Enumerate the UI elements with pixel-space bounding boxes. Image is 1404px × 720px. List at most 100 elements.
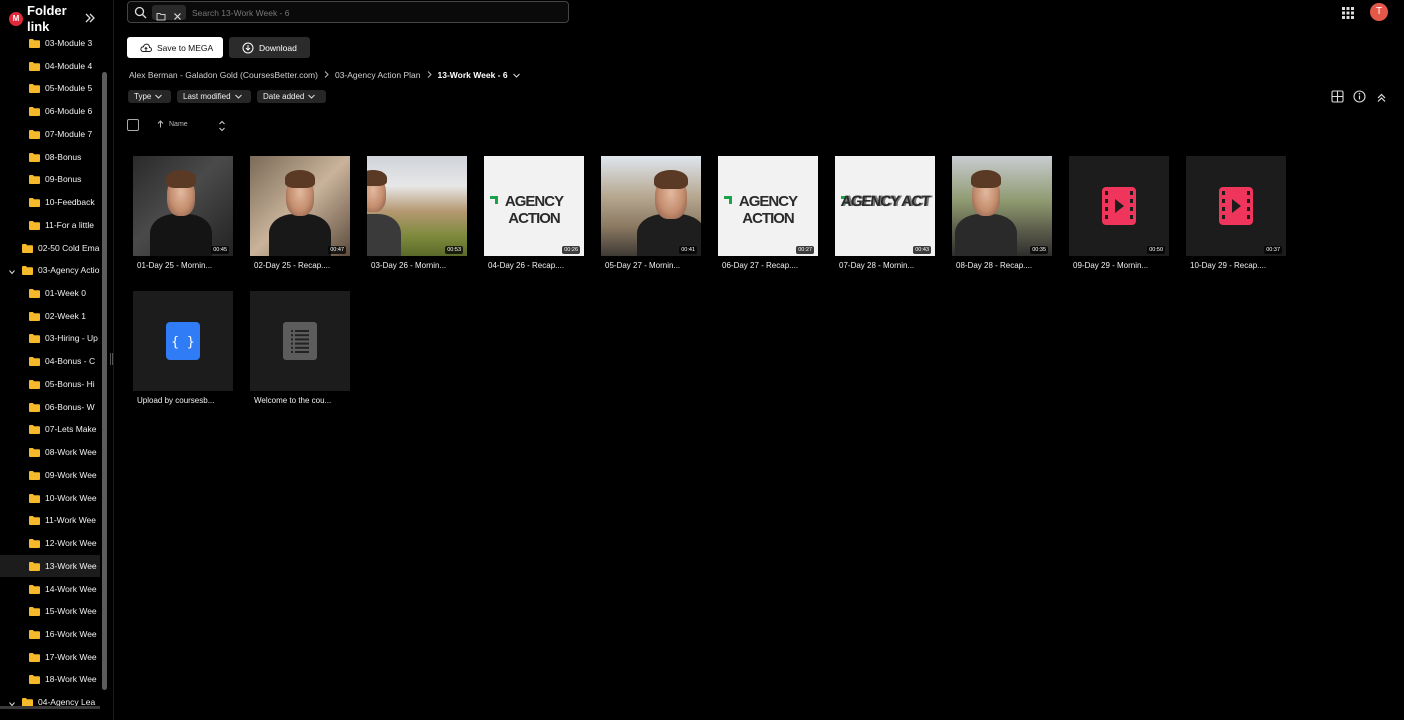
chevron-down-icon[interactable] (9, 699, 15, 707)
file-name: 07-Day 28 - Mornin... (839, 261, 915, 270)
search-input[interactable] (192, 5, 562, 20)
folder-icon (29, 539, 40, 549)
folder-icon (29, 357, 40, 367)
folder-icon (29, 675, 40, 685)
breadcrumb-item[interactable]: Alex Berman - Galadon Gold (CoursesBette… (129, 70, 318, 80)
folder-icon (29, 175, 40, 185)
mega-logo[interactable]: M (9, 12, 23, 26)
save-to-mega-button[interactable]: Save to MEGA (127, 37, 223, 58)
sidebar-folder-item[interactable]: 06-Module 6 (0, 100, 100, 122)
sidebar-folder-item[interactable]: 08-Bonus (0, 146, 100, 168)
sidebar-folder-item[interactable]: 09-Work Wee (0, 464, 100, 486)
filter-last-modified[interactable]: Last modified (177, 90, 251, 103)
folder-scope-chip[interactable] (152, 5, 186, 21)
arrow-up-icon (157, 120, 164, 128)
sidebar-folder-item[interactable]: 06-Bonus- W (0, 396, 100, 418)
file-thumbnail[interactable]: 00:41 (601, 156, 701, 256)
sidebar-folder-item[interactable]: 10-Feedback (0, 191, 100, 213)
collapse-up-icon[interactable] (1376, 90, 1387, 108)
sidebar-folder-item[interactable]: 03-Hiring - Up (0, 327, 100, 349)
file-thumbnail[interactable]: { } (133, 291, 233, 391)
folder-icon (29, 561, 40, 571)
info-icon[interactable] (1353, 90, 1366, 108)
filter-type[interactable]: Type (128, 90, 171, 103)
chevron-down-icon[interactable] (512, 70, 520, 80)
sidebar-folder-label: 08-Work Wee (45, 447, 97, 458)
sidebar-folder-item[interactable]: 02-50 Cold Ema (0, 237, 100, 259)
sidebar-folder-item[interactable]: 04-Bonus - C (0, 350, 100, 372)
select-all-checkbox[interactable] (127, 119, 139, 131)
sidebar-folder-item[interactable]: 14-Work Wee (0, 578, 100, 600)
sidebar-folder-item[interactable]: 16-Work Wee (0, 623, 100, 645)
breadcrumb-current[interactable]: 13-Work Week - 6 (438, 70, 508, 80)
download-button[interactable]: Download (229, 37, 310, 58)
video-duration: 00:35 (1030, 246, 1048, 254)
close-icon[interactable] (173, 8, 182, 26)
thumbnail-person-hair (165, 170, 197, 188)
file-thumbnail[interactable]: AGENCY ACTION 00:27 (718, 156, 818, 256)
folder-icon (29, 607, 40, 617)
sidebar-folder-item[interactable]: 11-For a little (0, 214, 100, 236)
sidebar-folder-item[interactable]: 09-Bonus (0, 168, 100, 190)
sidebar-folder-label: 04-Module 4 (45, 60, 93, 71)
avatar[interactable]: T (1370, 3, 1388, 21)
sidebar-folder-item[interactable]: 01-Week 0 (0, 282, 100, 304)
sidebar-folder-item[interactable]: 08-Work Wee (0, 441, 100, 463)
sidebar-folder-item[interactable]: 02-Week 1 (0, 305, 100, 327)
sidebar-folder-item[interactable]: 05-Bonus- Hi (0, 373, 100, 395)
grid-view-icon[interactable] (1331, 90, 1344, 108)
sidebar-folder-label: 16-Work Wee (45, 628, 97, 639)
thumbnail-person-hair (367, 170, 387, 186)
filter-date-added[interactable]: Date added (257, 90, 326, 103)
folder-icon (29, 629, 40, 639)
sidebar-horizontal-scrollbar[interactable] (0, 706, 100, 709)
file-thumbnail[interactable]: 00:37 (1186, 156, 1286, 256)
sidebar-folder-item[interactable]: 12-Work Wee (0, 532, 100, 554)
sidebar-folder-label: 08-Bonus (45, 151, 82, 162)
sidebar-folder-item[interactable]: 03-Agency Actio (0, 259, 100, 281)
sidebar-folder-item[interactable]: 07-Module 7 (0, 123, 100, 145)
folder-icon (29, 470, 40, 480)
file-thumbnail[interactable]: 00:35 (952, 156, 1052, 256)
sidebar-scrollbar[interactable] (102, 72, 107, 690)
brand-header: M Folder link (0, 0, 113, 36)
name-column-header[interactable]: Name (157, 120, 188, 128)
file-name: 03-Day 26 - Mornin... (371, 261, 447, 270)
collapse-sidebar-icon[interactable] (84, 11, 98, 25)
sort-icon[interactable] (218, 119, 226, 137)
file-thumbnail[interactable]: 00:47 (250, 156, 350, 256)
sidebar-folder-label: 07-Module 7 (45, 128, 93, 139)
sidebar-folder-item[interactable]: 13-Work Wee (0, 554, 100, 577)
video-file-icon (1219, 187, 1253, 225)
svg-text:{ }: { } (171, 335, 194, 350)
sidebar-folder-item[interactable]: 04-Agency Lea (0, 691, 100, 713)
sidebar-folder-item[interactable]: 07-Lets Make (0, 418, 100, 440)
download-label: Download (259, 42, 297, 53)
file-thumbnail[interactable]: 00:53 (367, 156, 467, 256)
download-icon (242, 42, 254, 53)
sidebar-folder-item[interactable]: 17-Work Wee (0, 646, 100, 668)
breadcrumb: Alex Berman - Galadon Gold (CoursesBette… (129, 69, 520, 81)
file-thumbnail[interactable]: AGENCY ACT 00:43 (835, 156, 935, 256)
breadcrumb-item[interactable]: 03-Agency Action Plan (335, 70, 421, 80)
sidebar-folder-item[interactable]: 18-Work Wee (0, 668, 100, 690)
file-thumbnail[interactable]: AGENCY ACTION 00:26 (484, 156, 584, 256)
chevron-down-icon[interactable] (9, 267, 15, 275)
agency-logo-text: AGENCY ACT (839, 193, 931, 210)
file-thumbnail[interactable] (250, 291, 350, 391)
sidebar-folder-label: 03-Hiring - Up (45, 333, 98, 344)
search-icon[interactable] (134, 6, 147, 24)
file-thumbnail[interactable]: 00:50 (1069, 156, 1169, 256)
sidebar-folder-item[interactable]: 05-Module 5 (0, 77, 100, 99)
sidebar-folder-item[interactable]: 10-Work Wee (0, 487, 100, 509)
sidebar-resize-handle[interactable] (110, 353, 113, 365)
chevron-down-icon (234, 94, 242, 99)
sidebar-folder-label: 01-Week 0 (45, 288, 86, 299)
sidebar-folder-label: 06-Module 6 (45, 106, 93, 117)
sidebar-folder-item[interactable]: 15-Work Wee (0, 600, 100, 622)
apps-grid-icon[interactable] (1342, 6, 1354, 24)
file-thumbnail[interactable]: 00:45 (133, 156, 233, 256)
sidebar-folder-item[interactable]: 04-Module 4 (0, 55, 100, 77)
sidebar-folder-item[interactable]: 11-Work Wee (0, 509, 100, 531)
folder-icon (29, 493, 40, 503)
